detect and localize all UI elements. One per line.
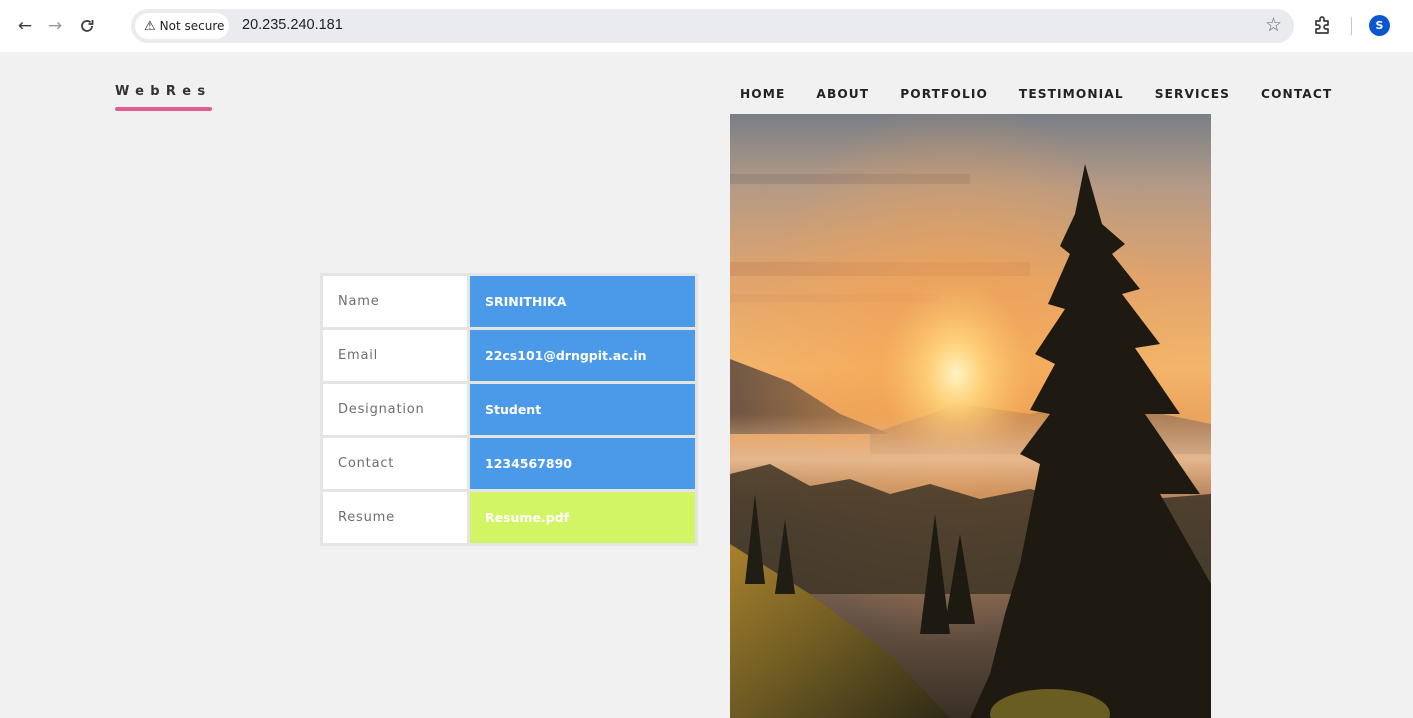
row-value: 1234567890 [470, 438, 695, 489]
security-chip[interactable]: ⚠ Not secure [135, 13, 229, 39]
browser-toolbar: ← → ⚠ Not secure 20.235.240.181 ☆ S [0, 0, 1413, 52]
address-bar[interactable]: ⚠ Not secure 20.235.240.181 ☆ [131, 9, 1294, 43]
toolbar-divider [1351, 17, 1352, 35]
nav-portfolio[interactable]: PORTFOLIO [900, 87, 988, 101]
nav-contact[interactable]: CONTACT [1261, 87, 1332, 101]
table-row: Contact 1234567890 [323, 438, 695, 489]
table-row: Name SRINITHIKA [323, 276, 695, 327]
row-value: SRINITHIKA [470, 276, 695, 327]
resume-cell: Resume.pdf [470, 492, 695, 543]
sunset-forest-illustration [730, 114, 1211, 718]
reload-icon[interactable] [77, 14, 97, 38]
hero-image [730, 114, 1211, 718]
reload-glyph [81, 20, 94, 32]
profile-avatar[interactable]: S [1369, 15, 1390, 36]
back-arrow-icon[interactable]: ← [15, 14, 35, 38]
row-value: 22cs101@drngpit.ac.in [470, 330, 695, 381]
row-label: Resume [323, 492, 467, 543]
table-row: Resume Resume.pdf [323, 492, 695, 543]
warning-icon: ⚠ [144, 18, 156, 34]
nav-about[interactable]: ABOUT [816, 87, 869, 101]
nav-testimonial[interactable]: TESTIMONIAL [1019, 87, 1124, 101]
row-label: Email [323, 330, 467, 381]
resume-link[interactable]: Resume.pdf [485, 510, 569, 525]
logo-underline [115, 107, 212, 111]
site-logo[interactable]: WebRes [115, 84, 211, 99]
nav-services[interactable]: SERVICES [1155, 87, 1230, 101]
table-row: Email 22cs101@drngpit.ac.in [323, 330, 695, 381]
bookmark-star-icon[interactable]: ☆ [1265, 14, 1282, 36]
table-row: Designation Student [323, 384, 695, 435]
url-text[interactable]: 20.235.240.181 [242, 17, 343, 33]
row-label: Designation [323, 384, 467, 435]
profile-table: Name SRINITHIKA Email 22cs101@drngpit.ac… [320, 273, 698, 546]
security-label: Not secure [159, 19, 225, 33]
row-label: Name [323, 276, 467, 327]
row-value: Student [470, 384, 695, 435]
row-label: Contact [323, 438, 467, 489]
main-nav: HOME ABOUT PORTFOLIO TESTIMONIAL SERVICE… [740, 87, 1332, 101]
nav-home[interactable]: HOME [740, 87, 785, 101]
forward-arrow-icon[interactable]: → [45, 14, 65, 38]
extensions-puzzle-icon[interactable] [1312, 14, 1334, 36]
